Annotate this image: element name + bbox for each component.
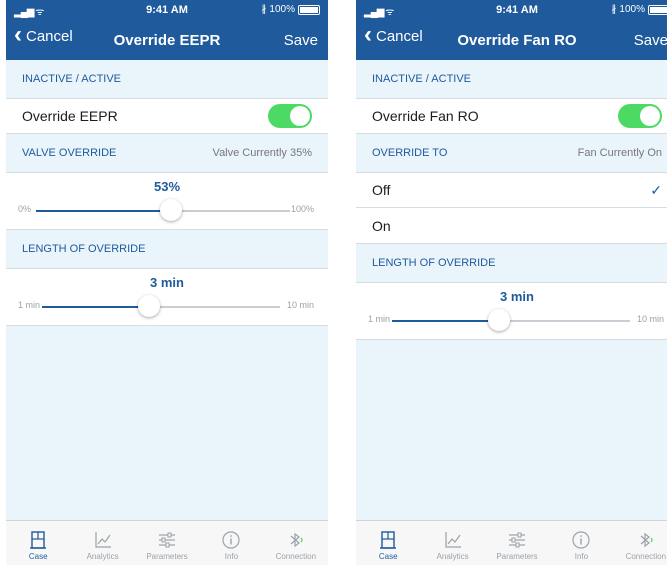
nav-bar: ‹ Cancel Override Fan RO Save [356, 20, 667, 60]
bluetooth-status-icon: ∦ [611, 4, 617, 15]
valve-header-label: VALVE OVERRIDE [22, 147, 117, 159]
tab-label: Case [28, 552, 48, 561]
length-section-header: LENGTH OF OVERRIDE [356, 244, 667, 282]
length-slider-max: 10 min [636, 314, 664, 324]
page-title: Override Fan RO [457, 32, 577, 49]
status-right: ∦ 100% [261, 4, 320, 15]
valve-slider-box: 53% 0% 100% [6, 172, 328, 230]
top-bar: ▂▄▆ ᯤ 9:41 AM ∦ 100% ‹ Cancel Override F… [356, 0, 667, 60]
override-to-section-header: OVERRIDE TO Fan Currently On [356, 134, 667, 172]
status-right: ∦ 100% [611, 4, 667, 15]
length-section-header: LENGTH OF OVERRIDE [6, 230, 328, 268]
override-toggle-label: Override Fan RO [372, 108, 479, 124]
length-slider-box: 3 min 1 min 10 min [6, 268, 328, 326]
option-row-on[interactable]: On [356, 208, 667, 244]
length-slider-box: 3 min 1 min 10 min [356, 282, 667, 340]
tab-connection[interactable]: Connection [264, 521, 328, 565]
override-toggle[interactable] [618, 104, 662, 128]
tab-label: Connection [275, 552, 317, 561]
top-bar: ▂▄▆ ᯤ 9:41 AM ∦ 100% ‹ Cancel Override E… [6, 0, 328, 60]
valve-slider-track[interactable] [36, 199, 290, 221]
length-slider-min: 1 min [368, 314, 391, 324]
length-slider-track[interactable] [42, 295, 280, 317]
tab-label: Parameters [496, 552, 538, 561]
length-header-label: LENGTH OF OVERRIDE [372, 257, 496, 269]
case-icon [28, 530, 48, 550]
analytics-icon [93, 530, 113, 550]
battery-icon [298, 4, 320, 15]
tab-bar: Case Analytics Parameters Info Connection [6, 520, 328, 565]
override-to-header-label: OVERRIDE TO [372, 147, 448, 159]
info-icon [221, 530, 241, 550]
tab-label: Info [574, 552, 589, 561]
tab-label: Info [224, 552, 239, 561]
phone-screen-override-fan-ro: ▂▄▆ ᯤ 9:41 AM ∦ 100% ‹ Cancel Override F… [356, 0, 667, 565]
valve-slider-min: 0% [18, 204, 32, 214]
tab-label: Analytics [86, 552, 119, 561]
info-icon [571, 530, 591, 550]
nav-bar: ‹ Cancel Override EEPR Save [6, 20, 328, 60]
status-bar: ▂▄▆ ᯤ 9:41 AM ∦ 100% [356, 0, 667, 20]
override-toggle[interactable] [268, 104, 312, 128]
tab-info[interactable]: Info [549, 521, 613, 565]
page-title: Override EEPR [113, 32, 221, 49]
battery-icon [648, 4, 667, 15]
valve-slider-max: 100% [290, 204, 314, 214]
override-toggle-label: Override EEPR [22, 108, 118, 124]
tab-parameters[interactable]: Parameters [485, 521, 549, 565]
override-toggle-row: Override EEPR [6, 98, 328, 134]
length-slider-track[interactable] [392, 309, 630, 331]
battery-percent: 100% [619, 4, 645, 15]
checkmark-icon: ✓ [650, 181, 662, 198]
length-slider-value: 3 min [500, 289, 534, 304]
length-slider-value: 3 min [150, 275, 184, 290]
tab-label: Connection [625, 552, 667, 561]
tab-label: Case [378, 552, 398, 561]
tab-label: Parameters [146, 552, 188, 561]
analytics-icon [443, 530, 463, 550]
length-slider-max: 10 min [286, 300, 314, 310]
length-slider-thumb[interactable] [138, 295, 161, 317]
tab-analytics[interactable]: Analytics [70, 521, 134, 565]
active-section-header: INACTIVE / ACTIVE [356, 60, 667, 98]
fan-current-status: Fan Currently On [577, 147, 662, 159]
phone-screen-override-eepr: ▂▄▆ ᯤ 9:41 AM ∦ 100% ‹ Cancel Override E… [6, 0, 328, 565]
case-icon [378, 530, 398, 550]
option-row-off[interactable]: Off ✓ [356, 172, 667, 208]
length-header-label: LENGTH OF OVERRIDE [22, 243, 146, 255]
battery-percent: 100% [269, 4, 295, 15]
override-toggle-row: Override Fan RO [356, 98, 667, 134]
save-button[interactable]: Save [284, 32, 318, 49]
tab-case[interactable]: Case [6, 521, 70, 565]
bluetooth-icon [636, 530, 656, 550]
parameters-icon [507, 530, 527, 550]
length-slider-thumb[interactable] [488, 309, 511, 331]
tab-info[interactable]: Info [199, 521, 263, 565]
length-slider-fill [392, 320, 500, 322]
tab-connection[interactable]: Connection [614, 521, 667, 565]
tab-bar: Case Analytics Parameters Info Connection [356, 520, 667, 565]
length-slider-min: 1 min [18, 300, 41, 310]
tab-analytics[interactable]: Analytics [420, 521, 484, 565]
active-header-label: INACTIVE / ACTIVE [22, 73, 122, 85]
valve-current-status: Valve Currently 35% [212, 147, 312, 159]
bluetooth-status-icon: ∦ [261, 4, 267, 15]
length-slider-fill [42, 306, 150, 308]
tab-label: Analytics [436, 552, 469, 561]
tab-parameters[interactable]: Parameters [135, 521, 199, 565]
save-button[interactable]: Save [634, 32, 667, 49]
active-section-header: INACTIVE / ACTIVE [6, 60, 328, 98]
bluetooth-icon [286, 530, 306, 550]
valve-section-header: VALVE OVERRIDE Valve Currently 35% [6, 134, 328, 172]
option-off-label: Off [372, 182, 391, 198]
valve-slider-fill [36, 210, 171, 212]
valve-slider-thumb[interactable] [159, 199, 182, 221]
active-header-label: INACTIVE / ACTIVE [372, 73, 472, 85]
parameters-icon [157, 530, 177, 550]
valve-slider-value: 53% [153, 179, 181, 194]
option-on-label: On [372, 217, 391, 234]
status-bar: ▂▄▆ ᯤ 9:41 AM ∦ 100% [6, 0, 328, 20]
tab-case[interactable]: Case [356, 521, 420, 565]
